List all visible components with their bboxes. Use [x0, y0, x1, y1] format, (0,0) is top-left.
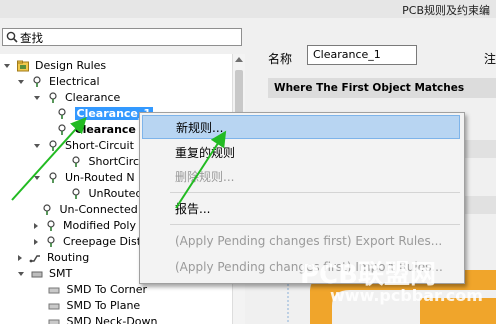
arrow-to-new-rule	[175, 130, 227, 209]
watermark-url: www.pcbbar.com	[330, 286, 483, 305]
arrow-to-clearance-1	[11, 117, 87, 201]
